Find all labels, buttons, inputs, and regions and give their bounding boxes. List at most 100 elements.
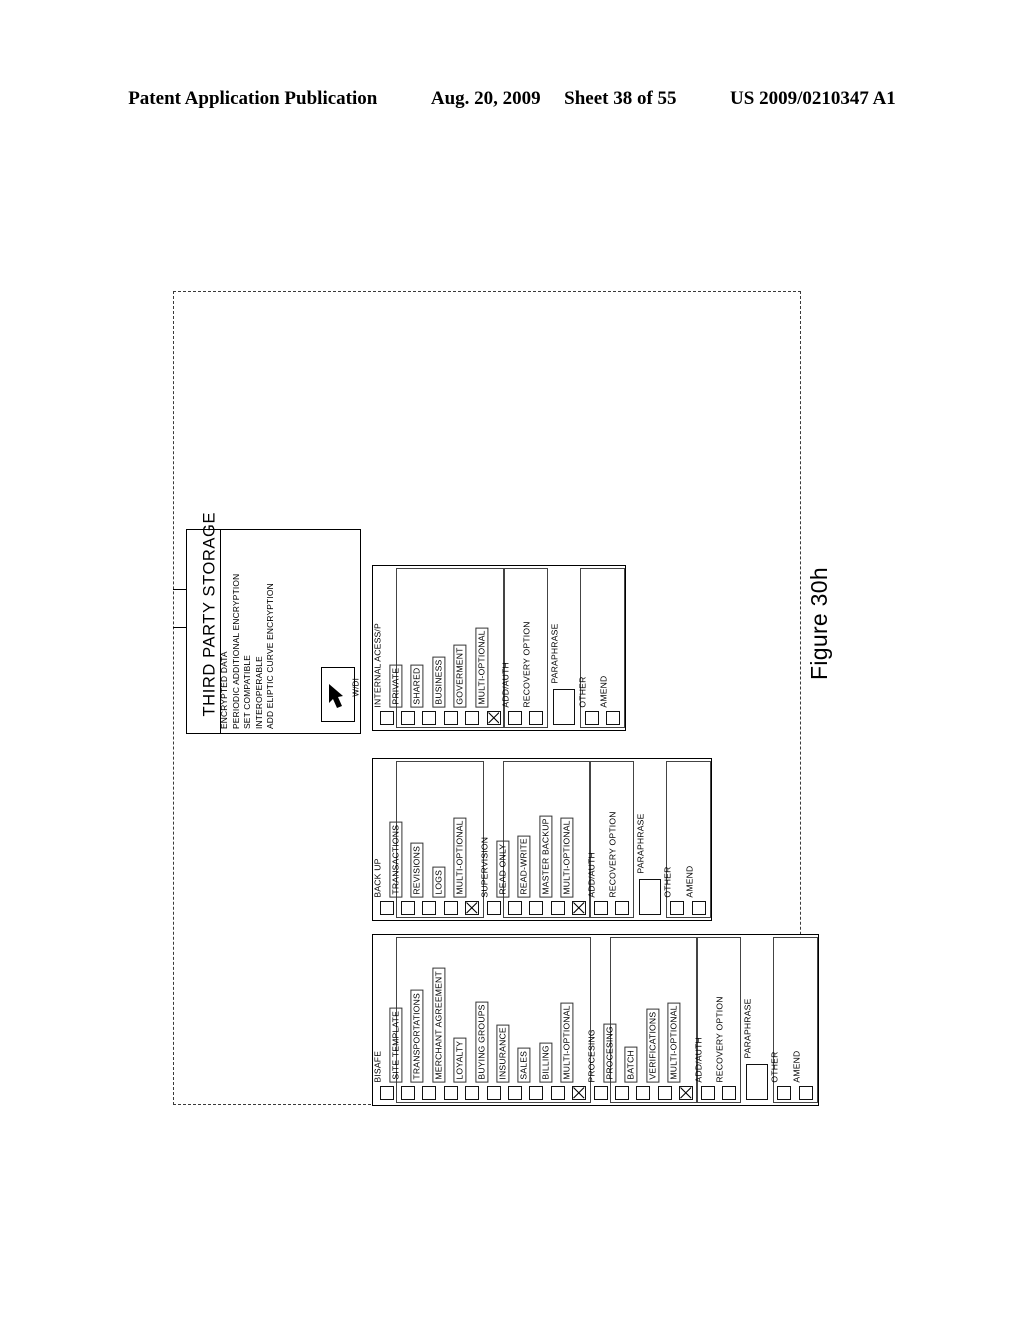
option-checkbox[interactable] <box>379 1086 394 1100</box>
option-label: BACK UP <box>372 858 383 898</box>
paraphrase-input[interactable] <box>745 1064 768 1100</box>
option-label: OTHER <box>662 866 673 898</box>
option-checkbox[interactable] <box>636 1086 651 1100</box>
arrow-icon <box>329 684 343 708</box>
storage-feature-line: INTEROPERABLE <box>253 656 264 729</box>
option-checkbox[interactable] <box>593 1086 608 1100</box>
option-checkbox[interactable] <box>529 1086 544 1100</box>
option-label: RECOVERY OPTION <box>607 811 618 898</box>
option-checkbox[interactable] <box>529 901 544 915</box>
option-checkbox-cell: RECOVERY OPTION <box>714 937 739 1103</box>
option-label: ADD/AUTH <box>586 852 597 898</box>
third-party-storage-title: THIRD PARTY STORAGE <box>200 511 219 717</box>
option-checkbox[interactable] <box>379 901 394 915</box>
option-checkbox[interactable] <box>401 711 416 725</box>
option-checkbox[interactable] <box>679 1086 694 1100</box>
option-checkbox[interactable] <box>486 901 501 915</box>
option-label: ADD/AUTH <box>500 662 511 708</box>
paraphrase-input[interactable] <box>553 689 576 725</box>
check-x-icon <box>487 712 500 724</box>
option-checkbox-cell: RECOVERY OPTION <box>607 761 632 918</box>
wdi-button-label: W/DI <box>352 678 361 697</box>
check-x-icon <box>573 1087 585 1099</box>
option-checkbox[interactable] <box>486 1086 501 1100</box>
option-label: TRANSACTIONS <box>389 822 403 898</box>
option-checkbox[interactable] <box>465 901 480 915</box>
option-label: AMEND <box>684 865 695 898</box>
option-label: MULTI-OPTIONAL <box>667 1002 681 1083</box>
option-label: RECOVERY OPTION <box>714 996 725 1083</box>
option-label: PROCESING <box>586 1029 597 1083</box>
option-checkbox[interactable] <box>606 711 621 725</box>
option-checkbox[interactable] <box>572 1086 587 1100</box>
check-x-icon <box>680 1087 692 1099</box>
option-label: SHARED <box>410 664 424 708</box>
option-checkbox[interactable] <box>422 1086 437 1100</box>
option-checkbox[interactable] <box>465 1086 480 1100</box>
option-checkbox[interactable] <box>422 711 437 725</box>
figure-caption: Figure 30h <box>806 567 832 680</box>
option-checkbox[interactable] <box>670 901 685 915</box>
option-label: LOYALTY <box>453 1038 467 1083</box>
option-label: VERIFICATIONS <box>646 1009 659 1083</box>
option-checkbox[interactable] <box>550 901 565 915</box>
option-label: ADD/AUTH <box>693 1037 704 1083</box>
option-panel-internal-access: INTERNAL ACESS/P PRIVATE SHARED BUSINESS GOV… <box>372 565 626 731</box>
option-checkbox[interactable] <box>657 1086 672 1100</box>
option-checkbox[interactable] <box>401 901 416 915</box>
option-checkbox[interactable] <box>700 1086 715 1100</box>
sheet-number: Sheet 38 of 55 <box>564 88 677 109</box>
option-label: PARAPHRASE <box>742 998 753 1059</box>
option-checkbox[interactable] <box>550 1086 565 1100</box>
option-checkbox[interactable] <box>722 1086 737 1100</box>
option-label: BATCH <box>624 1047 638 1083</box>
option-checkbox[interactable] <box>691 901 706 915</box>
option-checkbox[interactable] <box>486 711 501 725</box>
option-label: LOGS <box>432 867 445 898</box>
option-checkbox[interactable] <box>615 1086 630 1100</box>
option-label: BISAFE <box>372 1051 383 1083</box>
paraphrase-input[interactable] <box>638 879 661 915</box>
option-checkbox[interactable] <box>443 711 458 725</box>
option-checkbox[interactable] <box>798 1086 813 1100</box>
option-label: READ-WRITE <box>517 835 531 898</box>
option-label: SALES <box>517 1048 531 1083</box>
option-checkbox[interactable] <box>379 711 394 725</box>
option-label: REVISIONS <box>410 843 424 898</box>
option-checkbox[interactable] <box>401 1086 416 1100</box>
option-checkbox[interactable] <box>584 711 599 725</box>
storage-feature-line: PERIODIC ADDITIONAL ENCRYPTION <box>230 573 241 729</box>
option-label: BILLING <box>539 1042 552 1083</box>
option-checkbox[interactable] <box>593 901 608 915</box>
wdi-button[interactable]: W/DI <box>321 667 361 722</box>
option-checkbox[interactable] <box>508 711 523 725</box>
option-checkbox[interactable] <box>615 901 630 915</box>
check-x-icon <box>466 902 478 914</box>
option-field-cell: PARAPHRASE <box>547 568 581 728</box>
option-label: OTHER <box>577 676 588 708</box>
option-checkbox[interactable] <box>777 1086 792 1100</box>
option-checkbox[interactable] <box>443 1086 458 1100</box>
option-label: INTERNAL ACESS/P <box>372 623 383 708</box>
publication-date: Aug. 20, 2009 <box>430 88 541 109</box>
option-label: PRIVATE <box>389 665 403 708</box>
option-label: OTHER <box>769 1051 780 1083</box>
page-header: Patent Application Publication Aug. 20, … <box>0 88 1024 110</box>
option-checkbox[interactable] <box>572 901 587 915</box>
option-checkbox[interactable] <box>508 1086 523 1100</box>
option-checkbox[interactable] <box>422 901 437 915</box>
patent-number: US 2009/0210347 A1 <box>730 88 896 109</box>
option-label: INSURANCE <box>496 1024 510 1083</box>
option-checkbox-cell: RECOVERY OPTION <box>522 568 547 728</box>
option-label: PARAPHRASE <box>635 813 646 874</box>
storage-feature-line: ENCRYPTED DATA <box>219 651 229 729</box>
option-checkbox[interactable] <box>508 901 523 915</box>
option-panel-back-up-supervision: BACK UP TRANSACTIONS REVISIONS LOGS MULTI-OP… <box>372 758 712 921</box>
publication-label: Patent Application Publication <box>128 88 378 109</box>
option-label: GOVERMENT <box>453 644 467 708</box>
option-panel-bisafe-procesing: BISAFE SITE TEMPLATE TRANSPORTATIONS MERCHA… <box>372 934 819 1106</box>
option-checkbox[interactable] <box>443 901 458 915</box>
option-label: MULTI-OPTIONAL <box>560 1002 574 1083</box>
option-checkbox[interactable] <box>529 711 544 725</box>
option-checkbox[interactable] <box>465 711 480 725</box>
